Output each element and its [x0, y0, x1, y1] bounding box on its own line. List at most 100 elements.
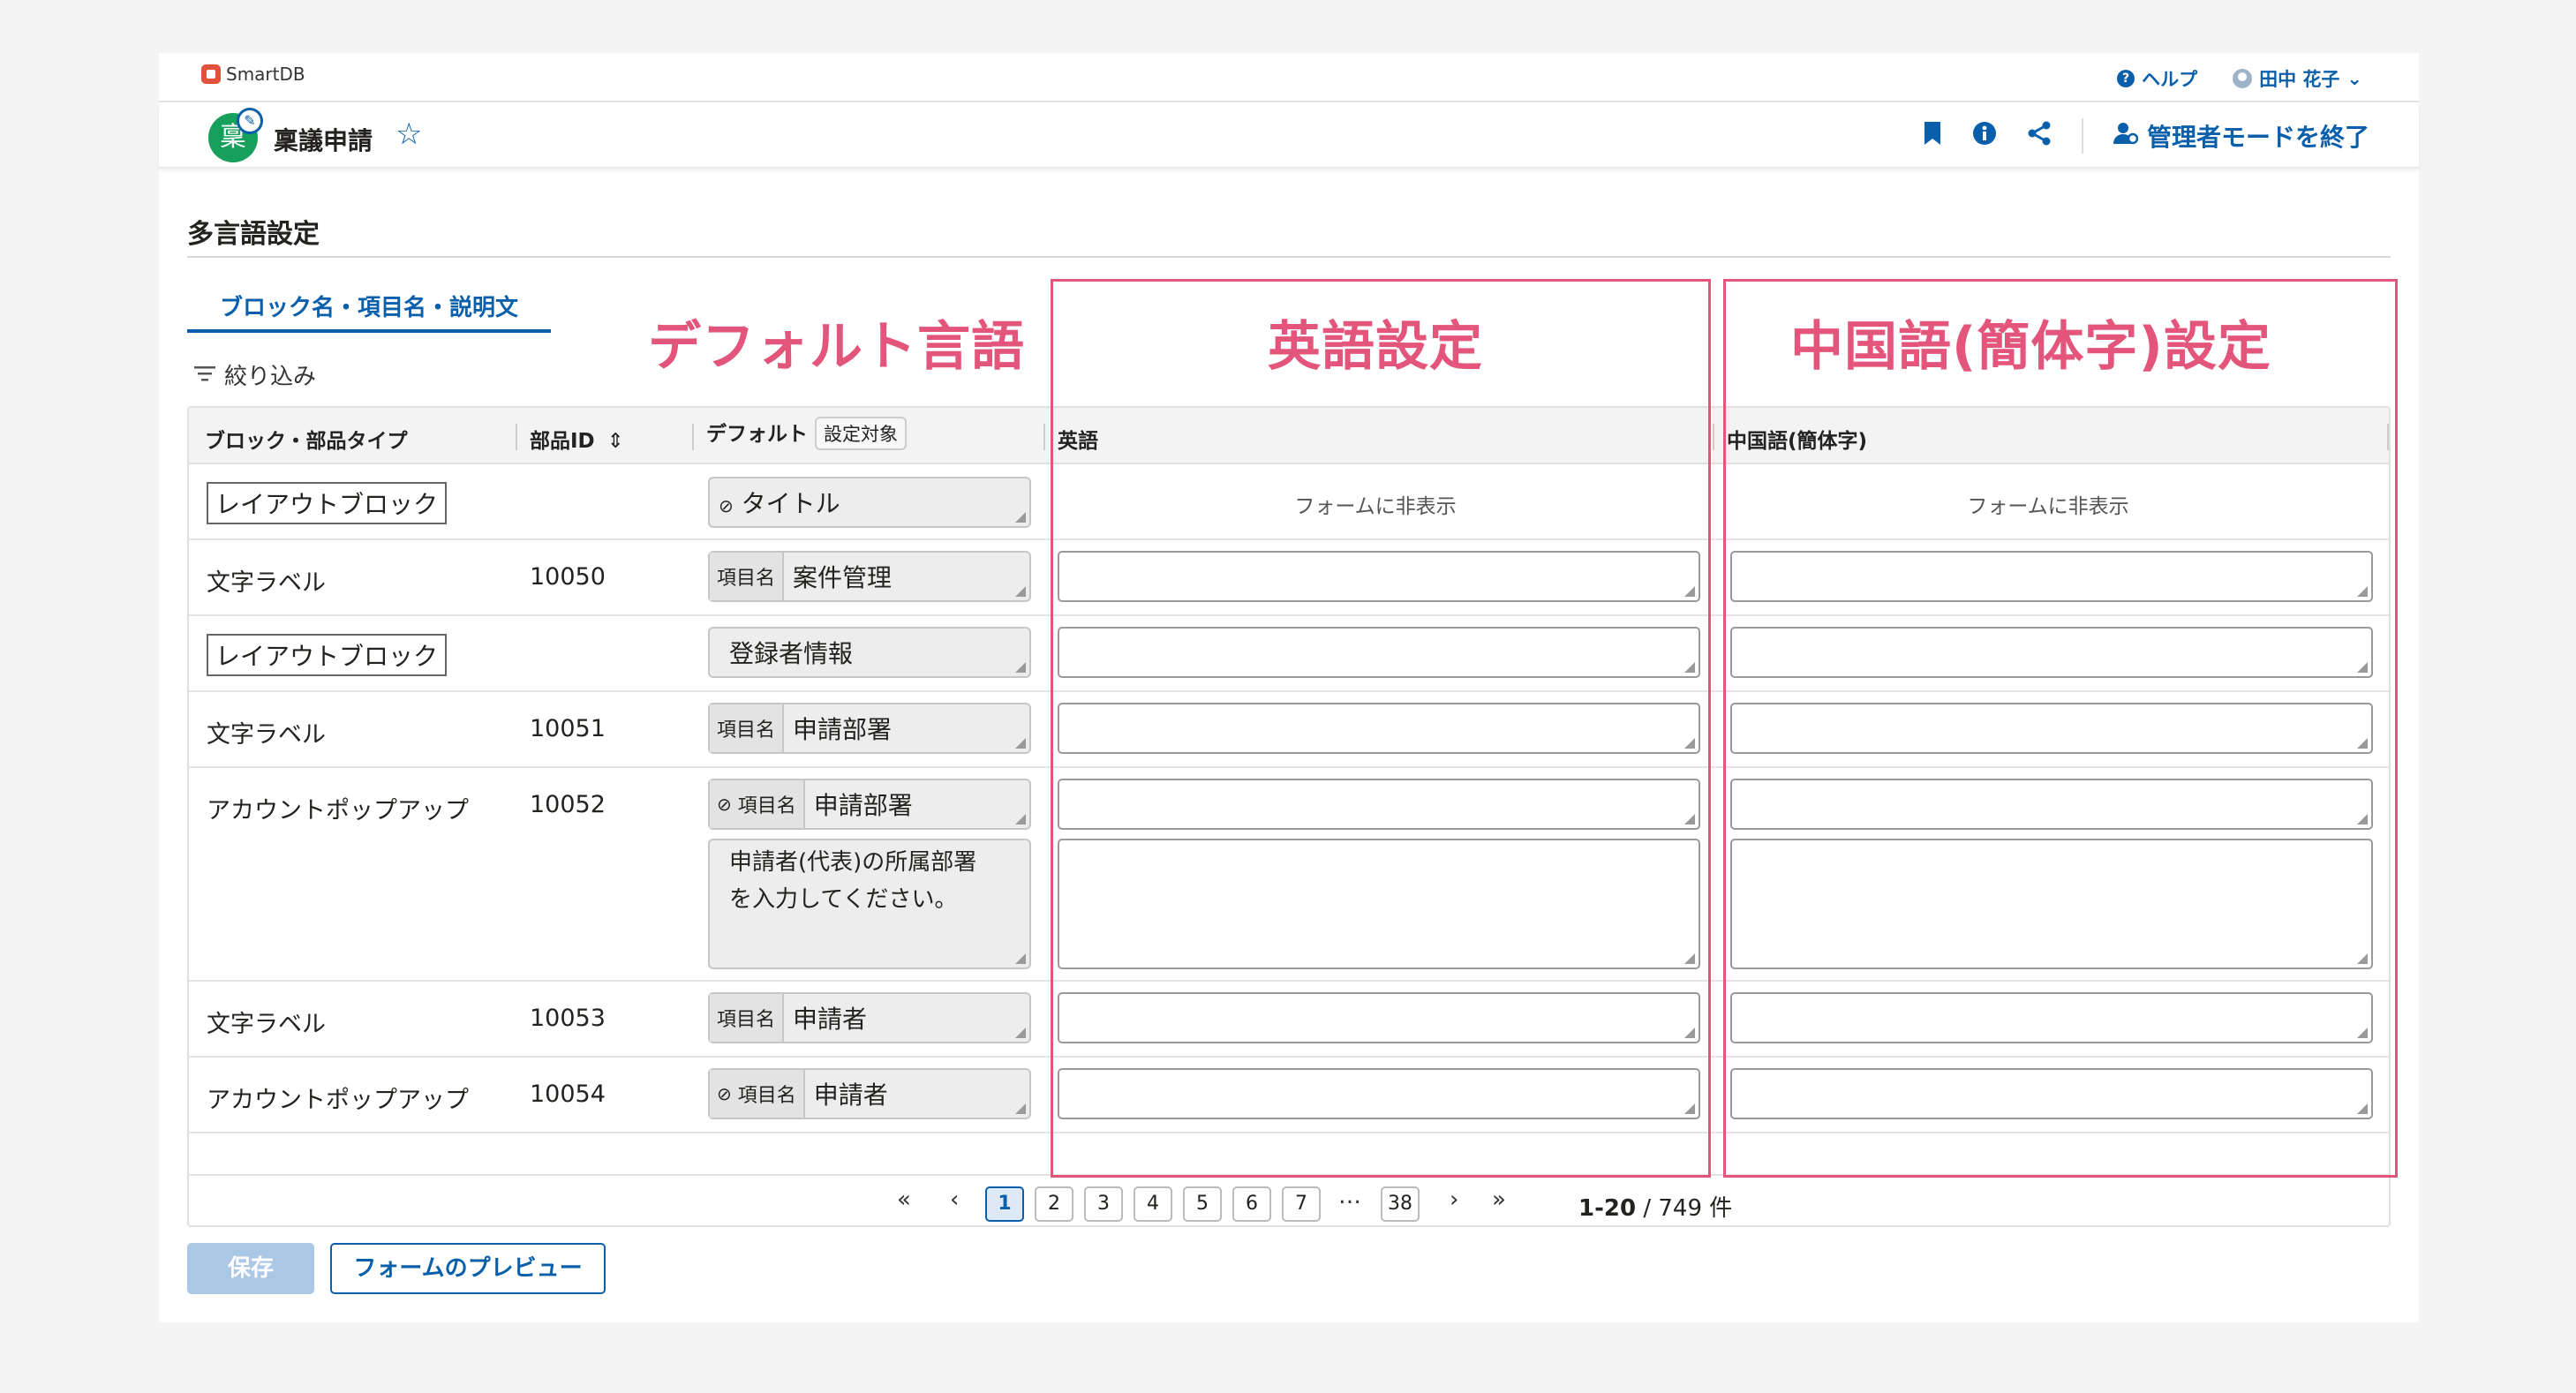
- bookmark-icon[interactable]: [1923, 121, 1942, 152]
- user-name: 田中 花子: [2259, 69, 2340, 90]
- annotation-english-setting: 英語設定: [1268, 316, 1483, 378]
- header-id-label: 部品ID: [530, 430, 595, 453]
- description-line: を入力してください。: [729, 886, 958, 913]
- resize-handle-icon: [1015, 586, 1026, 597]
- header-default-label: デフォルト: [706, 423, 808, 446]
- cell-type: レイアウトブロック: [207, 634, 448, 676]
- cell-type: アカウントポップアップ: [207, 797, 469, 825]
- help-icon: ?: [2117, 70, 2135, 87]
- resize-handle-icon: [1015, 662, 1026, 673]
- filter-label: 絞り込み: [224, 364, 317, 390]
- page-title: 多言語設定: [187, 219, 320, 250]
- next-page-icon[interactable]: ›: [1450, 1186, 1458, 1213]
- help-label: ヘルプ: [2142, 69, 2198, 90]
- default-description: 申請者(代表)の所属部署 を入力してください。: [708, 839, 1031, 969]
- first-page-icon[interactable]: «: [897, 1186, 911, 1213]
- top-nav: ? ヘルプ 田中 花子 ⌄: [2117, 65, 2362, 92]
- form-preview-button[interactable]: フォームのプレビュー: [330, 1243, 606, 1294]
- app-icon: 稟 ✎: [208, 108, 263, 162]
- resize-handle-icon: [1015, 953, 1026, 964]
- actions-divider: [2081, 118, 2083, 154]
- annotation-english-box: [1051, 279, 1711, 1178]
- page-button[interactable]: 4: [1134, 1186, 1172, 1222]
- page-button[interactable]: 38: [1381, 1186, 1420, 1222]
- tab-block-item-description[interactable]: ブロック名・項目名・説明文: [187, 284, 551, 333]
- default-text: 申請者: [793, 1005, 868, 1034]
- default-text: 登録者情報: [729, 639, 854, 668]
- user-avatar-icon: [2233, 69, 2253, 88]
- field-label-tag: 項目名: [710, 704, 785, 752]
- last-page-icon[interactable]: »: [1492, 1186, 1506, 1213]
- cell-type: 文字ラベル: [207, 1011, 326, 1038]
- brand-logo[interactable]: SmartDB: [201, 64, 305, 85]
- cell-id: 10052: [530, 791, 606, 818]
- pagination: « ‹ 1 2 3 4 5 6 7 … 38 › » 1-20 / 749 件: [189, 1174, 2389, 1227]
- default-text: 申請者: [813, 1081, 888, 1110]
- help-link[interactable]: ? ヘルプ: [2117, 65, 2197, 92]
- default-value: 項目名 申請者: [708, 992, 1031, 1043]
- page-button[interactable]: 5: [1183, 1186, 1222, 1222]
- field-label-tag: ⊘ 項目名: [710, 780, 805, 828]
- title-divider: [187, 256, 2391, 258]
- header-default: デフォルト 設定対象: [706, 417, 907, 450]
- user-menu[interactable]: 田中 花子 ⌄: [2233, 65, 2362, 92]
- resize-handle-icon: [1015, 512, 1026, 523]
- share-icon[interactable]: [2027, 121, 2052, 152]
- default-text: 案件管理: [793, 563, 893, 592]
- default-value: ⊘ タイトル: [708, 477, 1031, 528]
- filter-icon: [194, 362, 215, 388]
- column-divider: [1043, 424, 1045, 450]
- resize-handle-icon: [1015, 814, 1026, 825]
- cell-id: 10051: [530, 715, 606, 742]
- default-value: ⊘ 項目名 申請者: [708, 1068, 1031, 1119]
- cell-id: 10054: [530, 1081, 606, 1108]
- header-id[interactable]: 部品ID ⇕: [530, 424, 624, 454]
- column-divider: [1713, 424, 1714, 450]
- page-button[interactable]: 6: [1232, 1186, 1271, 1222]
- field-label-tag: ⊘ 項目名: [710, 1070, 805, 1118]
- edit-pencil-icon: ✎: [237, 108, 263, 134]
- default-text: 申請部署: [793, 715, 893, 744]
- header-type: ブロック・部品タイプ: [205, 430, 408, 453]
- exit-admin-button[interactable]: 管理者モードを終了: [2113, 118, 2369, 154]
- favorite-star-icon[interactable]: ☆: [395, 117, 422, 152]
- page-button[interactable]: 2: [1035, 1186, 1073, 1222]
- cell-id: 10053: [530, 1005, 606, 1032]
- field-label-tag: 項目名: [710, 994, 785, 1042]
- page-button[interactable]: 3: [1084, 1186, 1123, 1222]
- save-button[interactable]: 保存: [187, 1243, 314, 1294]
- app-title: 稟議申請: [274, 126, 373, 155]
- page-button[interactable]: 7: [1282, 1186, 1321, 1222]
- default-value: 項目名 申請部署: [708, 703, 1031, 754]
- pagination-ellipsis: …: [1338, 1183, 1361, 1209]
- annotation-chinese-box: [1723, 279, 2398, 1178]
- filter-button[interactable]: 絞り込み: [194, 358, 316, 391]
- cell-type: レイアウトブロック: [207, 482, 448, 524]
- default-text: ⊘ タイトル: [719, 489, 840, 518]
- default-value: ⊘ 項目名 申請部署: [708, 779, 1031, 830]
- cell-type: アカウントポップアップ: [207, 1087, 469, 1114]
- chevron-down-icon: ⌄: [2346, 68, 2362, 89]
- default-value: 項目名 案件管理: [708, 551, 1031, 602]
- smartdb-logo-icon: [201, 64, 221, 84]
- brand-name: SmartDB: [226, 64, 305, 85]
- field-label-tag: 項目名: [710, 553, 785, 600]
- column-divider: [516, 424, 517, 450]
- resize-handle-icon: [1015, 1028, 1026, 1038]
- cell-type: 文字ラベル: [207, 721, 326, 749]
- admin-user-icon: [2113, 122, 2139, 151]
- page-button[interactable]: 1: [985, 1186, 1024, 1222]
- brand-bar: SmartDB ? ヘルプ 田中 花子 ⌄: [159, 53, 2419, 102]
- default-text: 申請部署: [813, 791, 913, 820]
- info-icon[interactable]: [1972, 121, 1997, 152]
- default-value: 登録者情報: [708, 627, 1031, 678]
- resize-handle-icon: [1015, 1103, 1026, 1114]
- prev-page-icon[interactable]: ‹: [950, 1186, 959, 1213]
- exit-admin-label: 管理者モードを終了: [2146, 123, 2369, 152]
- target-setting-button[interactable]: 設定対象: [815, 417, 907, 450]
- annotation-default-language: デフォルト言語: [648, 316, 1025, 378]
- annotation-chinese-setting: 中国語(簡体字)設定: [1790, 316, 2271, 378]
- cell-type: 文字ラベル: [207, 569, 326, 597]
- sort-icon: ⇕: [606, 430, 624, 453]
- eye-off-icon: ⊘: [719, 495, 734, 516]
